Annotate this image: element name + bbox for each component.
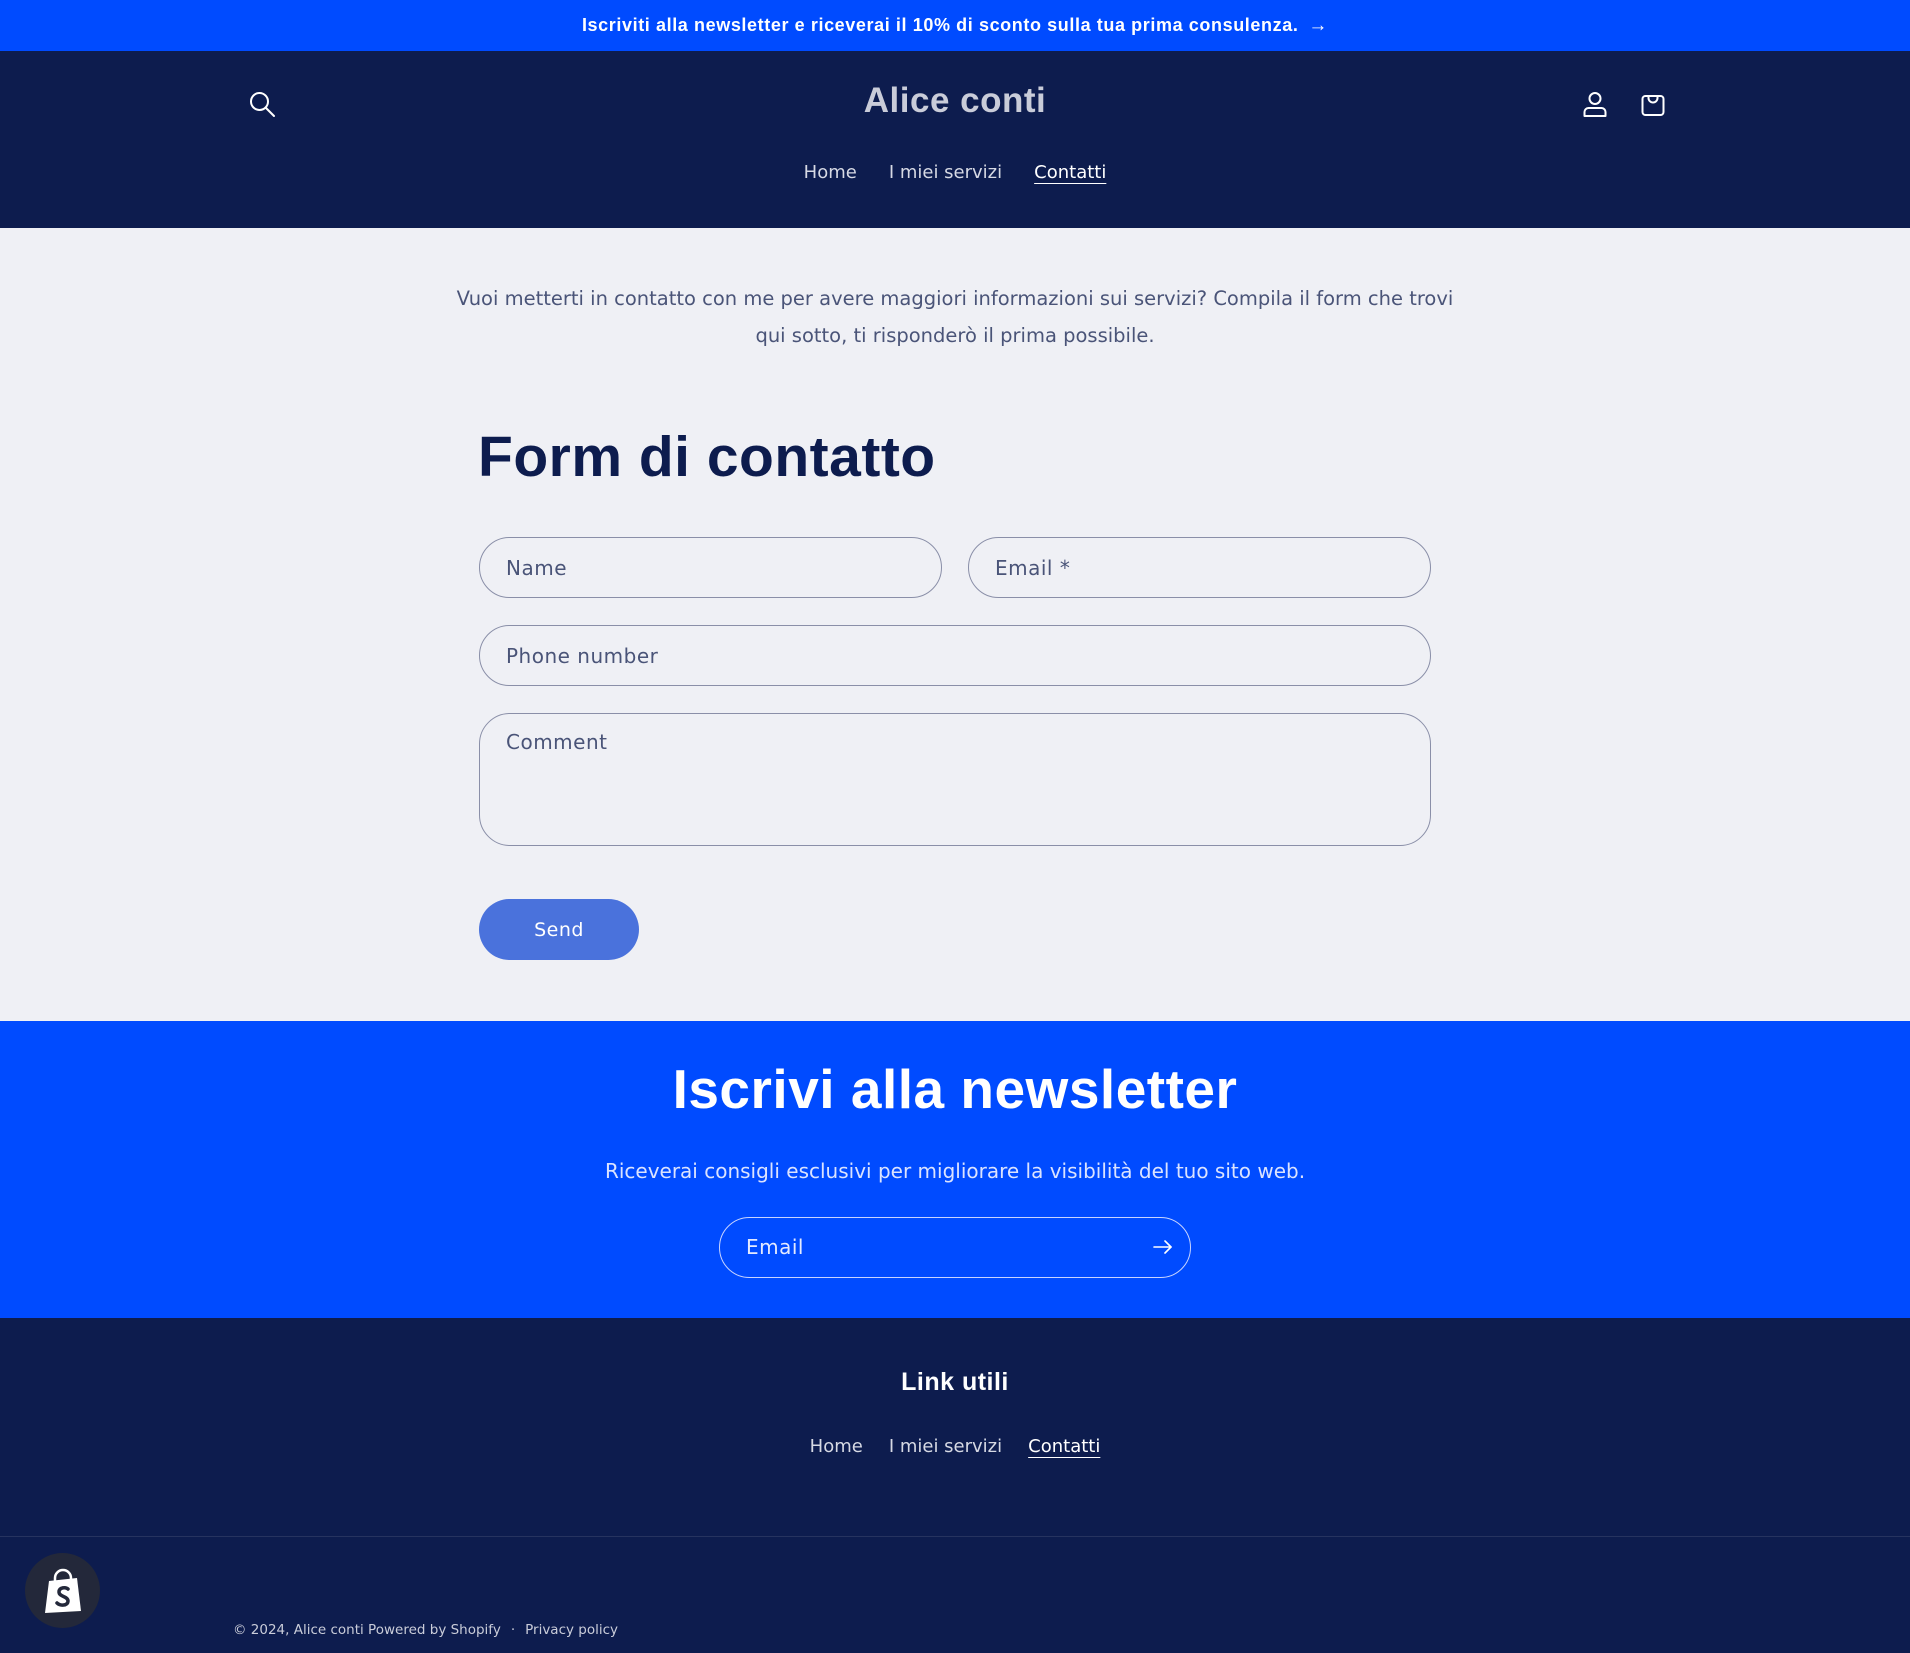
copyright: © 2024, Alice conti Powered by Shopify ·… bbox=[233, 1622, 618, 1638]
arrow-right-icon[interactable] bbox=[1148, 1232, 1178, 1262]
footer-heading: Link utili bbox=[901, 1368, 1009, 1396]
send-button[interactable]: Send bbox=[479, 899, 639, 960]
intro-line-1: Vuoi metterti in contatto con me per ave… bbox=[456, 287, 1454, 310]
announcement-bar[interactable]: Iscriviti alla newsletter e riceverai il… bbox=[0, 0, 1910, 51]
footer-nav: Home I miei servizi Contatti bbox=[0, 1436, 1910, 1457]
newsletter-email-input[interactable] bbox=[720, 1218, 1120, 1276]
nav-item-servizi[interactable]: I miei servizi bbox=[889, 162, 1002, 183]
site-logo[interactable]: Alice conti bbox=[0, 81, 1910, 121]
arrow-right-icon: → bbox=[1308, 14, 1329, 36]
footer-nav-item-contatti[interactable]: Contatti bbox=[1028, 1436, 1100, 1457]
nav-item-contatti[interactable]: Contatti bbox=[1034, 162, 1106, 183]
newsletter-form bbox=[719, 1217, 1191, 1278]
newsletter-title: Iscrivi alla newsletter bbox=[672, 1058, 1238, 1120]
account-icon[interactable] bbox=[1575, 84, 1615, 124]
intro-text: Vuoi metterti in contatto con me per ave… bbox=[430, 280, 1480, 354]
comment-field[interactable] bbox=[479, 713, 1431, 846]
nav-item-home[interactable]: Home bbox=[804, 162, 857, 183]
name-field[interactable] bbox=[479, 537, 942, 598]
intro-line-2: qui sotto, ti risponderò il prima possib… bbox=[755, 324, 1155, 347]
newsletter-subtitle: Riceverai consigli esclusivi per miglior… bbox=[604, 1159, 1306, 1183]
footer-nav-item-home[interactable]: Home bbox=[810, 1436, 863, 1457]
cart-icon[interactable] bbox=[1633, 84, 1673, 124]
email-field[interactable] bbox=[968, 537, 1431, 598]
phone-field[interactable] bbox=[479, 625, 1431, 686]
copyright-separator: · bbox=[510, 1622, 516, 1638]
newsletter-section: Iscrivi alla newsletter Riceverai consig… bbox=[0, 1021, 1910, 1318]
announcement-text: Iscriviti alla newsletter e riceverai il… bbox=[581, 15, 1299, 35]
copyright-text: © 2024, Alice conti Powered by Shopify bbox=[233, 1622, 501, 1638]
privacy-policy-link[interactable]: Privacy policy bbox=[525, 1622, 618, 1638]
shopify-bag-icon[interactable] bbox=[25, 1553, 100, 1628]
site-header: Alice conti Home I miei servizi Contatti bbox=[0, 51, 1910, 228]
site-footer: Link utili Home I miei servizi Contatti … bbox=[0, 1318, 1910, 1653]
main-nav: Home I miei servizi Contatti bbox=[0, 162, 1910, 183]
footer-nav-item-servizi[interactable]: I miei servizi bbox=[889, 1436, 1002, 1457]
footer-divider bbox=[0, 1536, 1910, 1537]
form-title: Form di contatto bbox=[478, 425, 936, 489]
